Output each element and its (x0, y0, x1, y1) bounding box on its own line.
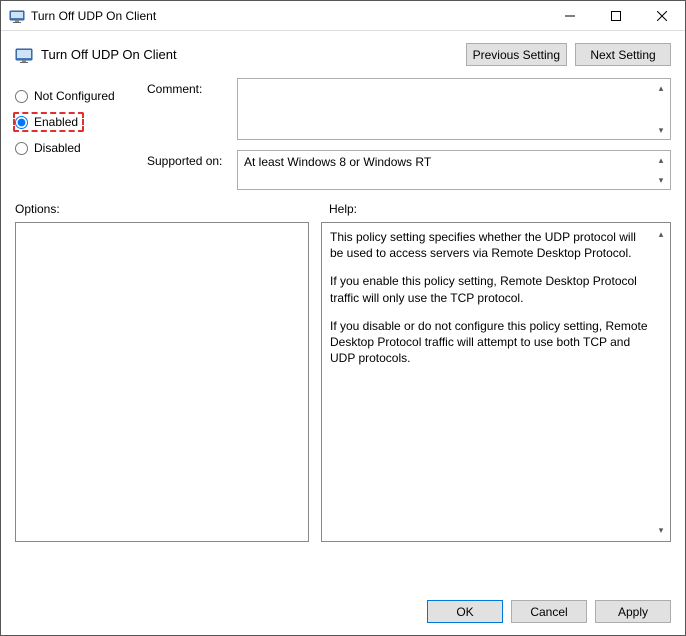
help-paragraph: If you enable this policy setting, Remot… (330, 273, 652, 305)
help-paragraph: This policy setting specifies whether th… (330, 229, 652, 261)
scroll-up-icon[interactable]: ▴ (654, 153, 668, 167)
policy-icon (15, 46, 33, 64)
comment-box[interactable]: ▴ ▾ (237, 78, 671, 140)
previous-setting-button[interactable]: Previous Setting (466, 43, 567, 66)
radio-enabled-input[interactable] (15, 116, 28, 129)
dialog-footer: OK Cancel Apply (1, 590, 685, 635)
scroll-down-icon[interactable]: ▾ (654, 123, 668, 137)
config-area: Not Configured Enabled Disabled Comment:… (1, 72, 685, 198)
radio-enabled[interactable]: Enabled (15, 115, 78, 129)
scroll-down-icon[interactable]: ▾ (654, 173, 668, 187)
radio-disabled-input[interactable] (15, 142, 28, 155)
panels: This policy setting specifies whether th… (1, 218, 685, 590)
cancel-button[interactable]: Cancel (511, 600, 587, 623)
scroll-up-icon[interactable]: ▴ (654, 81, 668, 95)
state-radio-group: Not Configured Enabled Disabled (15, 78, 147, 194)
panel-labels: Options: Help: (1, 198, 685, 218)
maximize-button[interactable] (593, 1, 639, 31)
comment-label: Comment: (147, 78, 237, 140)
options-label: Options: (15, 202, 329, 216)
supported-text: At least Windows 8 or Windows RT (238, 151, 670, 173)
window-title: Turn Off UDP On Client (31, 9, 156, 23)
policy-title: Turn Off UDP On Client (41, 47, 177, 62)
scroll-up-icon[interactable]: ▴ (654, 227, 668, 241)
titlebar: Turn Off UDP On Client (1, 1, 685, 31)
options-panel[interactable] (15, 222, 309, 542)
help-paragraph: If you disable or do not configure this … (330, 318, 652, 367)
scroll-down-icon[interactable]: ▾ (654, 523, 668, 537)
next-setting-button[interactable]: Next Setting (575, 43, 671, 66)
apply-button[interactable]: Apply (595, 600, 671, 623)
radio-enabled-highlight: Enabled (13, 112, 84, 132)
radio-disabled-label: Disabled (34, 141, 81, 155)
header-row: Turn Off UDP On Client Previous Setting … (1, 31, 685, 72)
supported-label: Supported on: (147, 150, 237, 190)
supported-box: At least Windows 8 or Windows RT ▴ ▾ (237, 150, 671, 190)
radio-not-configured-input[interactable] (15, 90, 28, 103)
radio-enabled-label: Enabled (34, 115, 78, 129)
close-button[interactable] (639, 1, 685, 31)
radio-disabled[interactable]: Disabled (15, 138, 147, 158)
radio-not-configured-label: Not Configured (34, 89, 115, 103)
radio-not-configured[interactable]: Not Configured (15, 86, 147, 106)
help-label: Help: (329, 202, 357, 216)
ok-button[interactable]: OK (427, 600, 503, 623)
app-icon (9, 8, 25, 24)
minimize-button[interactable] (547, 1, 593, 31)
help-panel[interactable]: This policy setting specifies whether th… (321, 222, 671, 542)
